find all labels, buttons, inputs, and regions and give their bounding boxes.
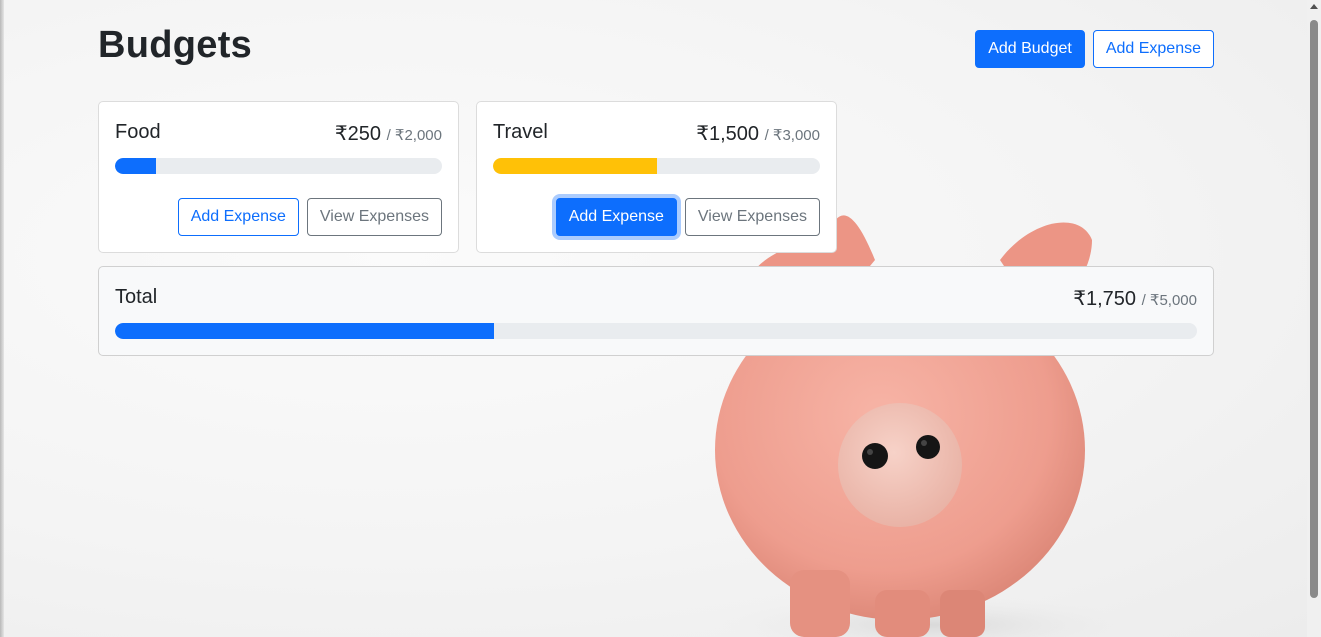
scroll-up-arrow-icon[interactable]: [1310, 4, 1318, 9]
scrollbar-thumb[interactable]: [1310, 20, 1318, 598]
budget-progress-fill: [493, 158, 657, 174]
total-label: Total: [115, 286, 158, 308]
view-expenses-button[interactable]: View Expenses: [684, 198, 820, 236]
total-amounts: ₹1,750 / ₹5,000: [1073, 286, 1197, 311]
view-expenses-button[interactable]: View Expenses: [306, 198, 442, 236]
main-container: Budgets Add Budget Add Expense Food ₹250…: [98, 0, 1214, 356]
budget-card-food: Food ₹250 / ₹2,000 Add Expense View Expe…: [98, 101, 459, 253]
budget-cards: Food ₹250 / ₹2,000 Add Expense View Expe…: [98, 101, 837, 253]
budget-amounts: ₹250 / ₹2,000: [335, 121, 442, 146]
budget-card-travel: Travel ₹1,500 / ₹3,000 Add Expense View …: [476, 101, 837, 253]
total-progress: [115, 323, 1197, 339]
add-budget-button[interactable]: Add Budget: [975, 30, 1085, 68]
budget-actions: Add Expense View Expenses: [555, 198, 820, 236]
budget-spent: ₹1,500: [696, 123, 760, 145]
total-max: / ₹5,000: [1141, 292, 1197, 309]
header-actions: Add Budget Add Expense: [975, 30, 1214, 68]
budget-name: Food: [115, 121, 161, 143]
page-title: Budgets: [98, 24, 253, 66]
budget-actions: Add Expense View Expenses: [177, 198, 442, 236]
budget-progress: [115, 158, 442, 174]
add-expense-button[interactable]: Add Expense: [555, 198, 677, 236]
scrollbar[interactable]: [1307, 0, 1321, 637]
budget-progress-fill: [115, 158, 156, 174]
budget-spent: ₹250: [334, 123, 382, 145]
budget-max: / ₹3,000: [764, 127, 820, 144]
budget-max: / ₹2,000: [386, 127, 442, 144]
window-edge: [0, 0, 4, 637]
add-expense-button[interactable]: Add Expense: [177, 198, 299, 236]
budget-amounts: ₹1,500 / ₹3,000: [696, 121, 820, 146]
total-spent: ₹1,750: [1073, 288, 1137, 310]
total-card: Total ₹1,750 / ₹5,000: [98, 266, 1214, 356]
budget-name: Travel: [493, 121, 548, 143]
add-expense-button[interactable]: Add Expense: [1092, 30, 1214, 68]
total-progress-fill: [115, 323, 494, 339]
budget-progress: [493, 158, 820, 174]
header: Budgets Add Budget Add Expense: [98, 0, 1214, 100]
